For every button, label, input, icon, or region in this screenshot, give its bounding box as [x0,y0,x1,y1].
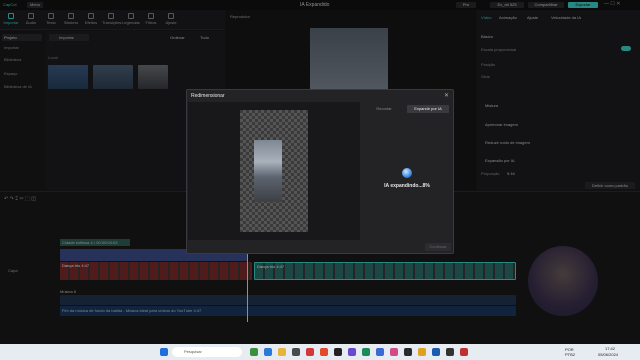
loading-spinner [402,168,412,178]
expand-status: IA expandindo...8% [384,183,430,189]
clock-date[interactable]: 05/06/2024 [598,352,618,357]
app-icon[interactable] [390,348,398,356]
app-icon[interactable] [306,348,314,356]
app-icon[interactable] [362,348,370,356]
app-icon[interactable] [376,348,384,356]
app-icon[interactable] [292,348,300,356]
app-icon[interactable] [404,348,412,356]
dialog-title: Redimensionar [191,93,225,99]
clock-time[interactable]: 17:42 [605,346,615,351]
dialog-preview [188,102,360,240]
tab-ai-expand[interactable]: Expandir por IA [407,105,449,113]
folder-icon[interactable] [278,348,286,356]
taskbar: Pesquisar POR PTB2 17:42 05/06/2024 [0,344,640,360]
close-icon[interactable]: ✕ [444,92,449,99]
continue-button[interactable]: Continuar [425,243,451,251]
transparent-canvas [240,110,308,232]
tab-crop[interactable]: Recortar [363,105,405,113]
taskbar-search[interactable]: Pesquisar [172,347,242,357]
app-icon[interactable] [460,348,468,356]
capcut-icon[interactable] [334,348,342,356]
windows-start-icon[interactable] [160,348,168,356]
app-icon[interactable] [446,348,454,356]
source-image [254,140,282,202]
app-icon[interactable] [320,348,328,356]
app-icon[interactable] [250,348,258,356]
edge-icon[interactable] [264,348,272,356]
app-icon[interactable] [432,348,440,356]
app-icon[interactable] [348,348,356,356]
resize-dialog: Redimensionar ✕ Recortar Expandir por IA… [186,89,454,254]
app-icon[interactable] [418,348,426,356]
language-indicator[interactable]: POR PTB2 [565,347,575,357]
